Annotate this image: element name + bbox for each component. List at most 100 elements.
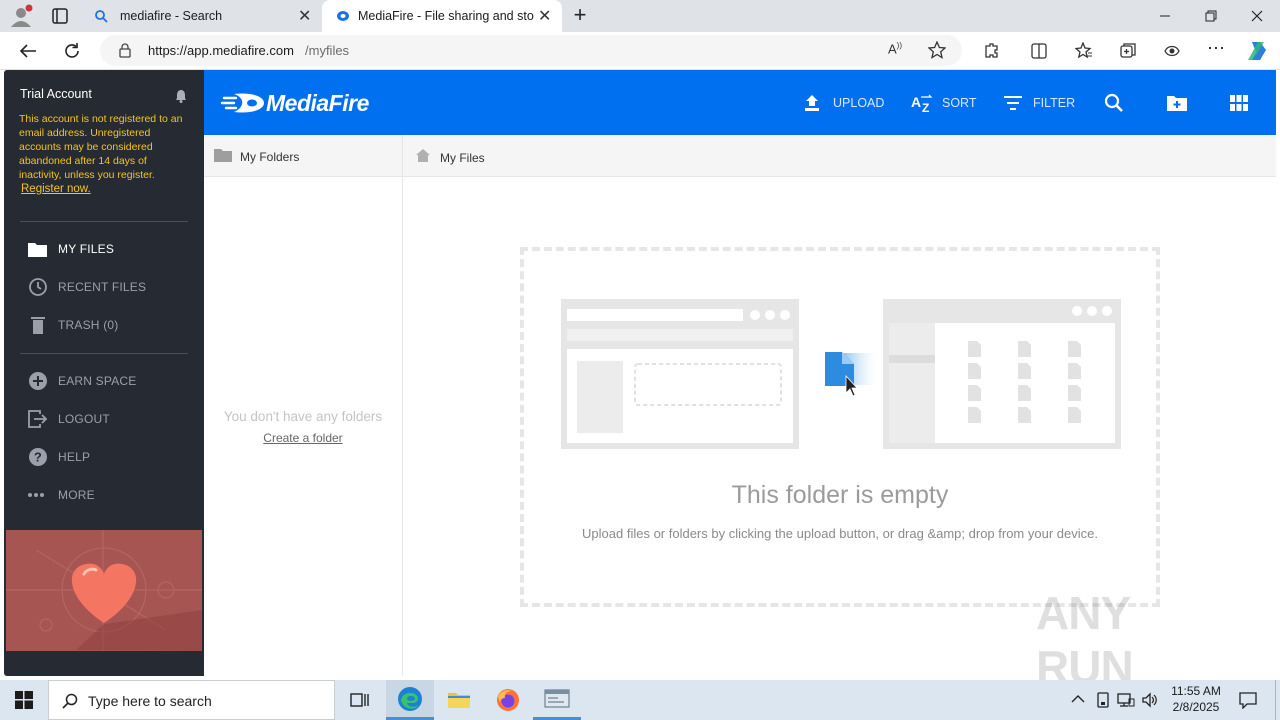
notifications-icon[interactable] [1239, 691, 1257, 709]
mediafire-logo[interactable]: MediaFire [220, 88, 369, 118]
divider [20, 353, 188, 354]
sidebar-item-label: TRASH (0) [58, 318, 119, 332]
anyrun-watermark: ANY RUN [1036, 587, 1236, 693]
sidebar-item-trash[interactable]: TRASH (0) [4, 308, 204, 342]
window-close-button[interactable] [1234, 0, 1280, 32]
upload-icon [805, 94, 819, 111]
new-tab-icon[interactable]: + [568, 4, 592, 28]
start-button[interactable] [0, 680, 48, 720]
tray-chevron-up-icon[interactable] [1071, 694, 1085, 704]
drop-zone[interactable]: This folder is empty Upload files or fol… [520, 247, 1160, 607]
app-window-icon [544, 689, 570, 707]
extensions-icon[interactable] [982, 42, 1000, 60]
sort-label: SORT [942, 95, 977, 110]
empty-description: Upload files or folders by clicking the … [582, 526, 1098, 541]
read-aloud-icon[interactable]: A)) [888, 41, 902, 56]
create-folder-link[interactable]: Create a folder [204, 431, 402, 445]
sort-az-icon: AZ [911, 94, 933, 113]
taskbar-search-box[interactable]: Type here to search [48, 680, 335, 720]
sidebar-item-logout[interactable]: LOGOUT [4, 402, 204, 436]
promo-banner[interactable] [6, 530, 202, 651]
account-notice: This account is not registered to an ema… [19, 112, 184, 196]
grid-icon [1230, 94, 1248, 111]
search-button[interactable] [1104, 70, 1124, 135]
sidebar-item-my-files[interactable]: MY FILES [4, 232, 204, 266]
sidebar-item-label: HELP [58, 450, 91, 464]
clock-icon [29, 278, 47, 296]
firefox-icon [497, 689, 519, 711]
minimize-button[interactable] [1142, 0, 1188, 32]
collections-icon[interactable] [1119, 42, 1137, 60]
mediafire-icon [337, 11, 349, 21]
notice-text: This account is not registered to an ema… [19, 113, 183, 181]
search-icon [62, 693, 78, 709]
watermark-text: ANY RUN [1036, 587, 1134, 693]
register-link[interactable]: Register now. [21, 183, 91, 195]
new-folder-button[interactable] [1166, 70, 1188, 135]
url-host: https://app.mediafire.com [148, 43, 294, 58]
copilot-icon[interactable] [1246, 40, 1270, 62]
sidebar: Trial Account This account is not regist… [4, 70, 204, 676]
taskbar-edge[interactable] [386, 680, 434, 720]
split-screen-icon[interactable] [1030, 42, 1048, 60]
tab-title: MediaFire - File sharing and stora [358, 9, 534, 23]
show-desktop-button[interactable] [1275, 680, 1280, 720]
browser-toolbar: https://app.mediafire.com /myfiles A)) ⋯ [0, 32, 1280, 70]
refresh-button[interactable] [57, 36, 87, 66]
url-path: /myfiles [305, 43, 350, 58]
file-explorer-icon [448, 693, 470, 708]
sidebar-item-help[interactable]: ? HELP [4, 440, 204, 474]
grid-view-button[interactable] [1230, 70, 1248, 135]
task-view-button[interactable] [336, 680, 384, 720]
favorite-star-icon[interactable] [928, 41, 946, 59]
settings-more-icon[interactable]: ⋯ [1205, 38, 1227, 60]
performance-icon[interactable] [1163, 42, 1181, 60]
plus-circle-icon [29, 372, 47, 390]
sidebar-item-more[interactable]: MORE [4, 478, 204, 512]
svg-text:Z: Z [922, 101, 929, 113]
sidebar-item-label: MY FILES [58, 242, 115, 256]
edge-icon [398, 686, 422, 711]
upload-label: UPLOAD [833, 95, 885, 110]
upload-button[interactable]: UPLOAD [804, 70, 884, 135]
sidebar-item-recent-files[interactable]: RECENT FILES [4, 270, 204, 304]
sidebar-item-label: LOGOUT [58, 412, 110, 426]
sidebar-item-label: MORE [58, 488, 95, 502]
home-icon[interactable] [415, 148, 431, 163]
sidebar-item-earn-space[interactable]: EARN SPACE [4, 364, 204, 398]
back-button[interactable] [13, 36, 43, 66]
new-folder-icon [1167, 95, 1187, 111]
sort-button[interactable]: AZ SORT [911, 70, 977, 135]
network-icon[interactable] [1117, 692, 1135, 708]
page-content: Trial Account This account is not regist… [0, 70, 1280, 693]
folder-icon [214, 149, 232, 162]
clock[interactable]: 11:55 AM 2/8/2025 [1164, 683, 1228, 715]
windows-icon [15, 691, 33, 709]
favorites-icon[interactable] [1075, 42, 1093, 60]
breadcrumb-my-files[interactable]: My Files [440, 151, 485, 165]
tab-actions-icon[interactable] [50, 6, 70, 26]
clock-time: 11:55 AM [1171, 684, 1221, 698]
filter-label: FILTER [1033, 95, 1076, 110]
restore-button[interactable] [1188, 0, 1234, 32]
address-bar[interactable]: https://app.mediafire.com /myfiles A)) [100, 35, 962, 66]
clock-date: 2/8/2025 [1172, 700, 1220, 714]
tray-device-icon[interactable] [1095, 692, 1111, 708]
filter-icon [1004, 95, 1022, 110]
tab-search[interactable]: mediafire - Search ✕ [84, 0, 320, 32]
tab-mediafire[interactable]: MediaFire - File sharing and stora ✕ [322, 0, 562, 32]
empty-title: This folder is empty [731, 481, 949, 509]
profile-icon[interactable] [8, 4, 34, 28]
close-icon[interactable]: ✕ [538, 6, 551, 26]
bell-icon[interactable] [175, 89, 187, 103]
taskbar-firefox[interactable] [484, 680, 532, 720]
lock-icon [119, 43, 131, 58]
taskbar-app[interactable] [533, 680, 581, 720]
close-icon[interactable]: ✕ [298, 6, 311, 26]
search-icon [95, 10, 108, 23]
taskbar: Type here to search 11:55 AM 2/8/2025 [0, 680, 1280, 720]
volume-icon[interactable] [1141, 692, 1159, 708]
folder-icon [28, 243, 47, 257]
taskbar-file-explorer[interactable] [435, 680, 483, 720]
filter-button[interactable]: FILTER [1003, 70, 1075, 135]
